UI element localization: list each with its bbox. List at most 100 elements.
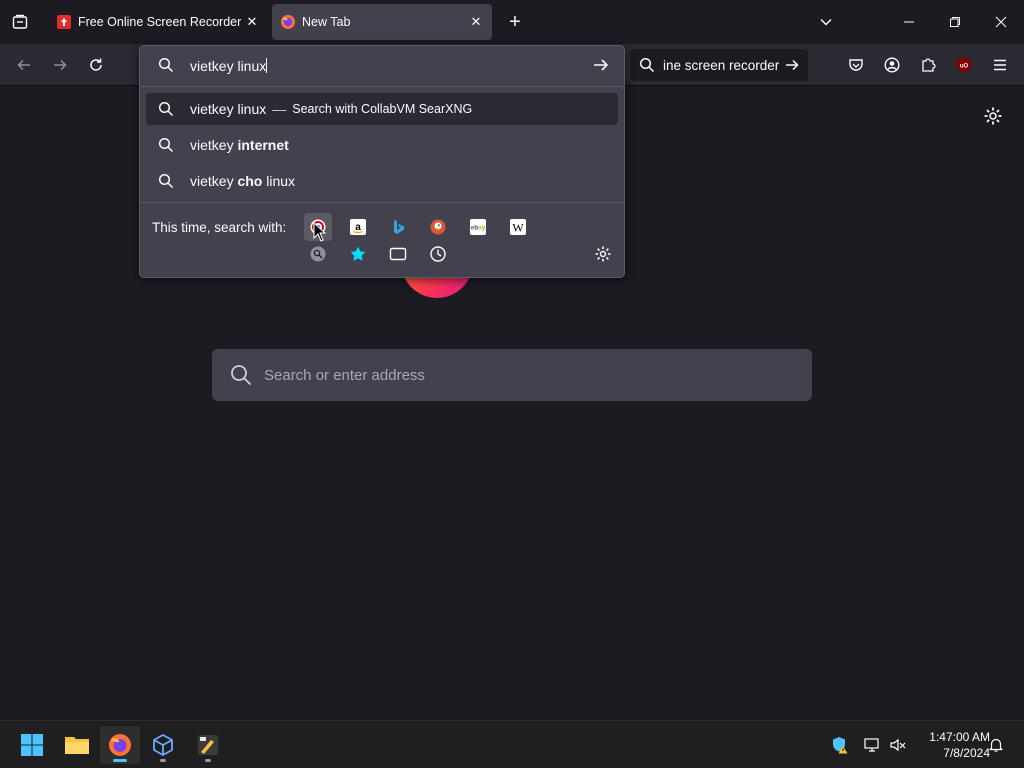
close-tab-icon[interactable]: ✕ — [242, 12, 262, 32]
search-icon — [158, 173, 174, 189]
bookmarks-icon — [350, 246, 366, 261]
pencil-tool-icon — [198, 735, 218, 755]
forward-arrow-icon — [54, 59, 67, 71]
running-indicator — [113, 759, 127, 762]
svg-text:a: a — [355, 222, 361, 233]
close-window-button[interactable] — [978, 0, 1024, 44]
restore-button[interactable] — [932, 0, 978, 44]
back-button[interactable] — [10, 51, 38, 79]
pocket-button[interactable] — [842, 51, 870, 79]
wikipedia-icon: W — [510, 219, 526, 235]
list-all-tabs-button[interactable] — [814, 10, 838, 34]
extensions-button[interactable] — [914, 51, 942, 79]
search-mode-bookmarks-button[interactable] — [344, 240, 372, 268]
duckduckgo-icon — [430, 219, 446, 235]
suggestion-row[interactable]: vietkey internet — [146, 129, 618, 161]
gear-icon — [595, 246, 611, 262]
running-indicator — [205, 759, 211, 762]
search-mode-engine-button[interactable] — [304, 240, 332, 268]
amazon-icon: a — [350, 219, 366, 235]
pocket-icon — [849, 59, 863, 71]
engine-bing-button[interactable] — [384, 213, 412, 241]
suggestion-text: vietkey linux — [190, 101, 267, 117]
ublock-origin-icon: uO — [957, 57, 971, 73]
address-bar-popup: vietkey linux vietkey linux — Search wit… — [139, 45, 625, 278]
newtab-search-box[interactable]: Search or enter address — [212, 349, 812, 401]
search-icon — [639, 57, 655, 73]
suggestion-text: vietkey — [190, 137, 238, 153]
search-settings-button[interactable] — [589, 240, 617, 268]
newtab-search-placeholder: Search or enter address — [264, 366, 425, 384]
engine-duckduckgo-button[interactable] — [424, 213, 452, 241]
clock-date: 7/8/2024 — [943, 746, 990, 760]
restore-icon — [950, 17, 960, 27]
taskbar-clock[interactable]: 1:47:00 AM 7/8/2024 — [912, 729, 990, 761]
app-menu-button[interactable] — [986, 51, 1014, 79]
new-tab-button[interactable]: + — [503, 10, 527, 34]
chevron-down-icon — [820, 18, 832, 26]
suggestion-suffix: linux — [262, 173, 296, 189]
puzzle-icon — [922, 58, 936, 72]
address-bar-input[interactable]: vietkey linux — [140, 46, 624, 86]
tray-volume[interactable] — [886, 733, 910, 757]
running-indicator — [160, 759, 166, 762]
reload-icon — [90, 58, 102, 71]
engine-wikipedia-button[interactable]: W — [504, 213, 532, 241]
taskbar-file-explorer[interactable] — [57, 726, 97, 764]
engine-ebay-button[interactable]: ebay — [464, 213, 492, 241]
firefox-icon — [109, 734, 131, 756]
taskbar-app-tool[interactable] — [188, 726, 228, 764]
hamburger-menu-icon — [994, 59, 1006, 71]
account-button[interactable] — [878, 51, 906, 79]
forward-button[interactable] — [46, 51, 74, 79]
ebay-icon: ebay — [470, 219, 486, 235]
screen-recorder-favicon — [57, 15, 71, 29]
bell-icon — [989, 738, 1003, 752]
svg-text:ebay: ebay — [471, 225, 486, 232]
tray-network[interactable] — [860, 733, 884, 757]
close-tab-icon[interactable]: ✕ — [466, 12, 486, 32]
virtualbox-icon — [153, 733, 173, 757]
start-button[interactable] — [12, 726, 52, 764]
notifications-button[interactable] — [984, 733, 1008, 757]
ublock-origin-button[interactable]: uO — [950, 51, 978, 79]
divider — [140, 86, 624, 87]
suggestion-text: vietkey — [190, 173, 238, 189]
suggestion-separator: — — [272, 101, 287, 117]
svg-text:W: W — [512, 221, 524, 235]
one-off-label: This time, search with: — [152, 220, 287, 235]
account-icon — [884, 57, 900, 73]
address-bar-text: vietkey linux — [190, 58, 267, 74]
suggestion-row[interactable]: vietkey cho linux — [146, 165, 618, 197]
folder-icon — [65, 737, 89, 754]
taskbar-firefox[interactable] — [100, 726, 140, 764]
engine-amazon-button[interactable]: a — [344, 213, 372, 241]
search-icon — [231, 365, 252, 386]
tab-title: New Tab — [302, 15, 351, 29]
minimize-button[interactable] — [886, 0, 932, 44]
address-bar-value: vietkey linux — [190, 58, 268, 74]
suggestion-row[interactable]: vietkey linux — Search with CollabVM Sea… — [146, 93, 618, 125]
tab-title: Free Online Screen Recorder & — [78, 15, 242, 29]
search-mode-history-button[interactable] — [424, 240, 452, 268]
search-bar[interactable]: ine screen recorder — [630, 49, 808, 81]
reload-button[interactable] — [82, 51, 110, 79]
newtab-settings-button[interactable] — [982, 105, 1004, 127]
taskbar-virtualbox[interactable] — [143, 726, 183, 764]
firefox-view-icon — [12, 14, 28, 29]
firefox-view-button[interactable] — [8, 10, 32, 34]
tab-new-tab[interactable]: New Tab ✕ — [272, 4, 492, 40]
firefox-favicon — [281, 15, 295, 29]
tab-screen-recorder[interactable]: Free Online Screen Recorder & ✕ — [48, 4, 268, 40]
minimize-icon — [904, 21, 914, 23]
tray-security[interactable] — [828, 733, 852, 757]
close-icon — [995, 16, 1007, 28]
go-arrow-icon[interactable] — [592, 56, 610, 74]
search-engine-icon — [310, 246, 326, 262]
clock-time: 1:47:00 AM — [929, 730, 990, 744]
go-arrow-icon[interactable] — [784, 57, 800, 73]
search-mode-tabs-button[interactable] — [384, 240, 412, 268]
tab-strip: Free Online Screen Recorder & ✕ New Tab … — [0, 0, 1024, 44]
shield-warning-icon — [833, 737, 848, 754]
back-arrow-icon — [17, 59, 30, 71]
